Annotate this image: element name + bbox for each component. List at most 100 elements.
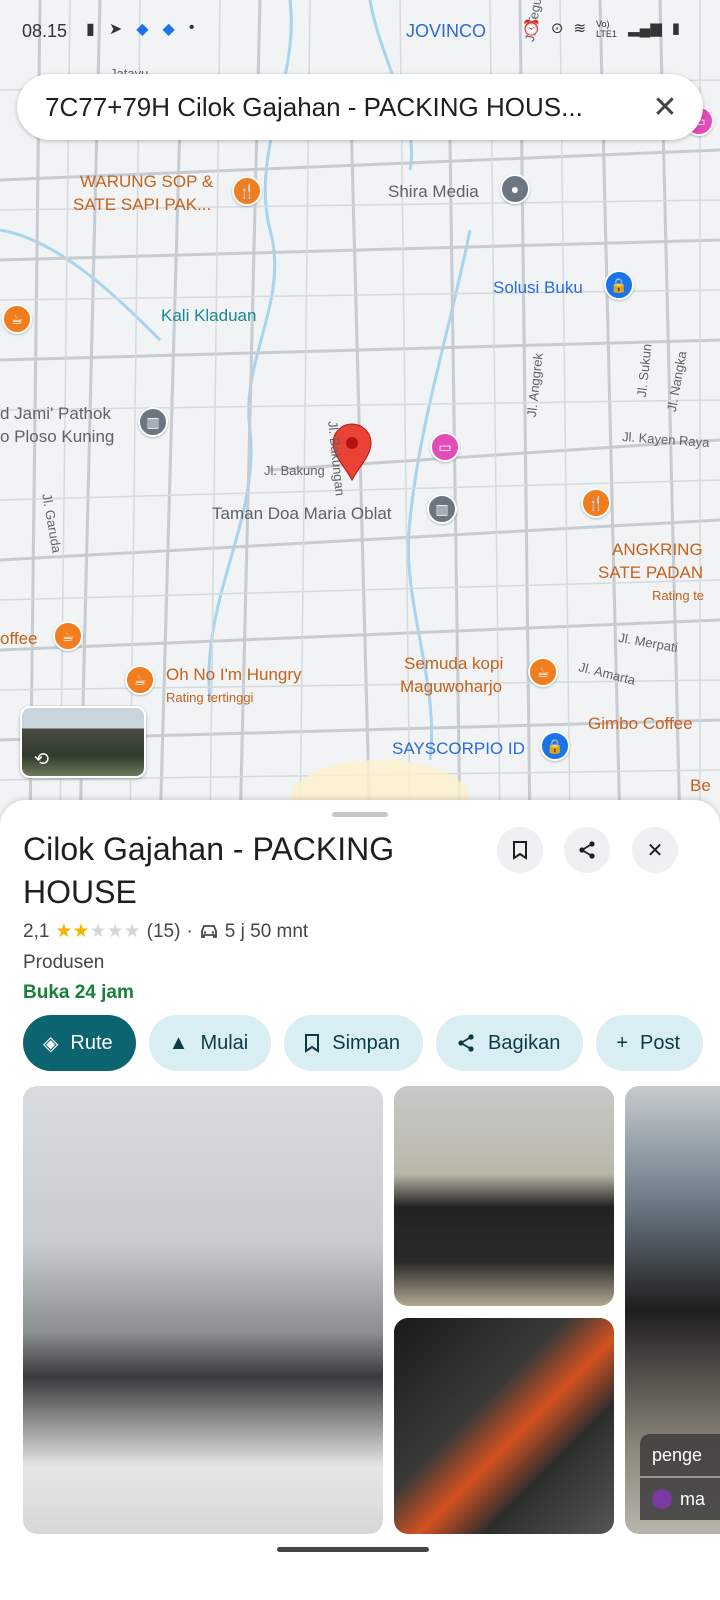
place-pin-icon[interactable]: ● [500,174,530,204]
location-icon: ⊙ [550,20,564,37]
avatar [652,1489,672,1509]
rating-value: 2,1 [23,920,50,942]
wifi-icon: ≋ [573,20,587,37]
map-label-coffee[interactable]: offee [0,629,38,649]
share-icon [458,1034,474,1052]
photo-tag[interactable]: penge [640,1434,720,1476]
map-label-warung-2[interactable]: SATE SAPI PAK... [73,195,211,215]
share-button[interactable] [564,827,610,873]
map-label-warung[interactable]: WARUNG SOP & [80,172,213,192]
place-bottom-sheet[interactable]: Cilok Gajahan - PACKING HOUSE ✕ 2,1 ★★★★… [0,800,720,1600]
map-label-gimbo[interactable]: Gimbo Coffee [588,714,693,734]
car-icon [200,924,217,938]
drive-time: 5 j 50 mnt [224,920,309,942]
app-notification-icon: ◆ [136,21,149,38]
save-button[interactable] [497,827,543,873]
street-view-thumbnail[interactable]: ⟲ [20,706,146,778]
map-label-oh-no-sub: Rating tertinggi [166,690,254,705]
hotel-pin-icon[interactable]: ▭ [430,432,460,462]
cafe-pin-icon[interactable]: ☕ [125,665,155,695]
telegram-icon: ➤ [108,21,123,38]
sheet-drag-handle[interactable] [332,812,388,817]
place-category: Produsen [23,952,105,973]
place-photo[interactable] [23,1086,383,1534]
close-icon: ✕ [646,839,664,862]
post-button[interactable]: + Post [596,1015,704,1071]
status-time: 08.15 [22,21,68,41]
share-chip-button[interactable]: Bagikan [436,1015,584,1071]
share-icon [579,841,595,859]
place-photo[interactable] [394,1318,614,1534]
star-icon: ★ [55,921,73,942]
rating-row[interactable]: 2,1 ★★★★★ (15) · 5 j 50 mnt [23,920,308,943]
directions-label: Rute [70,1031,113,1054]
system-icons: ⏰ ⊙ ≋ Vo) LTE1 ▂▄▆ ▮ [522,19,680,39]
bookmark-icon [513,841,527,860]
map-label-jami-pathok[interactable]: d Jami' Pathok [0,404,111,424]
map-label-sate-padan[interactable]: SATE PADAN [598,563,703,583]
map-label-jovinco: JOVINCO [406,21,487,41]
action-chips: ◈ Rute ▲ Mulai Simpan Bagikan + Post [23,1015,704,1071]
app-notification-icon: ◆ [162,21,175,38]
map-label-oh-no[interactable]: Oh No I'm Hungry [166,665,302,685]
more-dot-icon: • [188,19,195,36]
signal-icon: ▂▄▆ [628,20,662,37]
star-icon: ★ [72,921,90,942]
post-label: Post [640,1031,681,1054]
search-query[interactable]: 7C77+79H Cilok Gajahan - PACKING HOUS... [45,92,647,123]
directions-icon: ◈ [43,1032,59,1055]
separator: · [186,920,193,942]
place-title: Cilok Gajahan - PACKING HOUSE [23,831,395,910]
photo-tag[interactable]: ma [640,1478,720,1520]
shopping-pin-icon[interactable]: 🔒 [604,270,634,300]
restaurant-pin-icon[interactable]: 🍴 [232,176,262,206]
bookmark-icon [305,1034,320,1053]
map-label-semuda[interactable]: Semuda kopi [404,654,503,674]
battery-icon: ▮ [671,20,680,37]
start-button[interactable]: ▲ Mulai [148,1015,272,1071]
signal-text: Vo) LTE1 [596,19,617,39]
close-icon[interactable]: ✕ [647,89,683,125]
photo-tag-text: ma [680,1488,706,1509]
star-icon: ★ [89,921,107,942]
map-label-shira-media[interactable]: Shira Media [388,182,479,202]
share-label: Bagikan [488,1031,561,1054]
navigation-icon: ▲ [168,1031,189,1054]
map-label-angkring[interactable]: ANGKRING [612,540,703,560]
close-sheet-button[interactable]: ✕ [632,827,678,873]
star-icon: ★ [123,921,141,942]
notification-icons: ▮ ➤ ◆ ◆ • [86,19,194,39]
worship-pin-icon[interactable]: ▥ [138,407,168,437]
map-label-be[interactable]: Be [690,776,711,796]
review-count[interactable]: (15) [147,921,181,943]
map-label-kali-kladuan: Kali Kladuan [161,306,257,325]
map-label-ploso-kuning[interactable]: o Ploso Kuning [0,427,114,447]
street-view-icon: ⟲ [34,749,50,769]
directions-button[interactable]: ◈ Rute [23,1015,136,1071]
status-bar: 08.15 ▮ ➤ ◆ ◆ • JOVINCO ⏰ ⊙ ≋ Vo) LTE1 ▂… [0,0,720,64]
map-label-solusi-buku[interactable]: Solusi Buku [493,278,583,298]
cafe-pin-icon[interactable]: ☕ [2,304,32,334]
star-icon: ★ [106,921,124,942]
plus-icon: + [616,1031,629,1054]
battery-saver-icon: ▮ [86,21,95,38]
cafe-pin-icon[interactable]: ☕ [53,621,83,651]
save-chip-button[interactable]: Simpan [284,1015,424,1071]
worship-pin-icon[interactable]: ▥ [427,494,457,524]
restaurant-pin-icon[interactable]: 🍴 [581,488,611,518]
open-hours[interactable]: Buka 24 jam [23,982,134,1004]
map-label-semuda-2[interactable]: Maguwoharjo [400,677,502,697]
start-label: Mulai [200,1031,249,1054]
photo-gallery[interactable]: penge ma [0,1086,720,1534]
rating-stars: ★★★★★ [55,920,140,943]
street-label: Jl. Bakung [264,463,325,478]
cafe-pin-icon[interactable]: ☕ [528,657,558,687]
map-label-taman-doa[interactable]: Taman Doa Maria Oblat [212,504,392,524]
shopping-pin-icon[interactable]: 🔒 [540,731,570,761]
place-photo[interactable] [394,1086,614,1306]
map-label-sayscorpio[interactable]: SAYSCORPIO ID [392,739,525,759]
search-bar[interactable]: 7C77+79H Cilok Gajahan - PACKING HOUS...… [17,74,703,140]
gesture-nav-bar[interactable] [277,1547,429,1552]
alarm-icon: ⏰ [522,20,541,37]
save-label: Simpan [332,1031,401,1054]
